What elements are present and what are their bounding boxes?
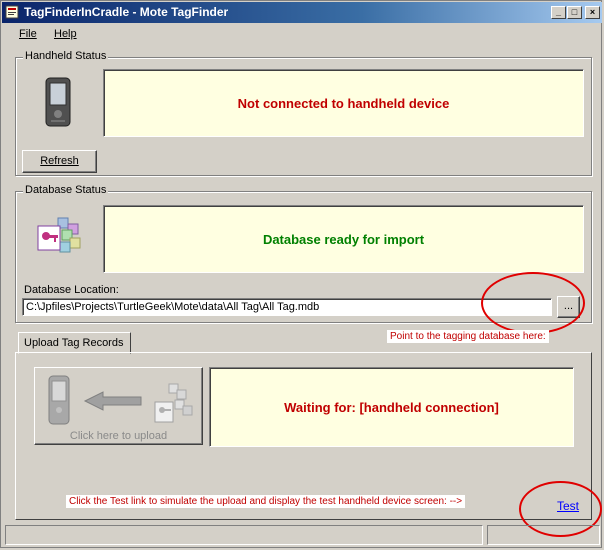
handheld-status-panel: Not connected to handheld device xyxy=(103,69,584,137)
refresh-button[interactable]: Refresh xyxy=(22,150,97,173)
menu-help[interactable]: Help xyxy=(54,28,77,40)
maximize-button[interactable]: □ xyxy=(567,6,582,19)
upload-status-panel: Waiting for: [handheld connection] xyxy=(209,367,574,447)
database-location-label: Database Location: xyxy=(24,284,119,296)
app-icon xyxy=(5,5,19,19)
database-icon xyxy=(37,217,81,253)
database-location-input[interactable]: C:\Jpfiles\Projects\TurtleGeek\Mote\data… xyxy=(22,298,552,316)
waiting-message: Waiting for: [handheld connection] xyxy=(284,399,499,415)
handheld-status-message: Not connected to handheld device xyxy=(237,95,450,111)
tab-upload-tag-records[interactable]: Upload Tag Records xyxy=(18,332,131,354)
status-bar-main xyxy=(5,525,483,545)
close-button[interactable]: × xyxy=(585,6,600,19)
upload-button-caption: Click here to upload xyxy=(69,430,168,442)
menu-bar: File Help xyxy=(2,25,602,43)
browse-hint: Point to the tagging database here: xyxy=(387,330,549,343)
minimize-button[interactable]: _ xyxy=(551,6,566,19)
main-window: TagFinderInCradle - Mote TagFinder _ □ ×… xyxy=(0,0,602,548)
database-status-panel: Database ready for import xyxy=(103,205,584,273)
window-title: TagFinderInCradle - Mote TagFinder xyxy=(24,5,229,19)
database-status-message: Database ready for import xyxy=(262,231,425,247)
handheld-status-label: Handheld Status xyxy=(23,50,109,62)
title-bar[interactable]: TagFinderInCradle - Mote TagFinder _ □ × xyxy=(2,2,602,23)
handheld-status-group: Handheld Status Not connected to handhel… xyxy=(15,50,592,176)
test-hint: Click the Test link to simulate the uplo… xyxy=(66,495,466,508)
menu-file[interactable]: File xyxy=(19,28,37,40)
upload-tab-page: Click here to upload Waiting for: [handh… xyxy=(15,352,592,520)
upload-button[interactable]: Click here to upload xyxy=(34,367,203,445)
database-status-label: Database Status xyxy=(23,184,109,196)
handheld-device-icon xyxy=(45,77,71,127)
upload-arrow-icon xyxy=(48,375,193,425)
status-bar-secondary xyxy=(487,525,600,545)
highlight-ellipse-browse xyxy=(481,272,585,334)
